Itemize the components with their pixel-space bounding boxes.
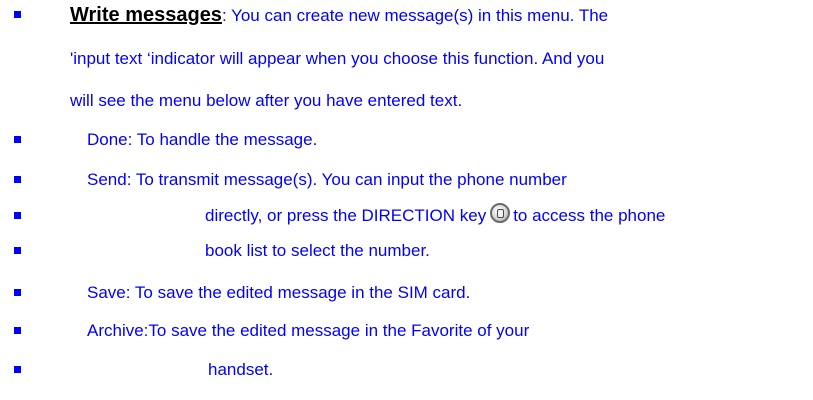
intro-sentence-3: will see the menu below after you have e…	[70, 91, 463, 110]
send-text-1: Send: To transmit message(s). You can in…	[87, 170, 567, 189]
done-text: Done: To handle the message.	[87, 130, 318, 149]
bullet-icon	[14, 366, 21, 373]
bullet-icon	[14, 136, 21, 143]
send-text-2b: to access the phone	[513, 206, 666, 225]
bullet-icon	[14, 176, 21, 183]
direction-key-icon	[490, 203, 511, 223]
send-text-2: directly, or press the DIRECTION key to a…	[205, 203, 665, 229]
bullet-icon	[14, 212, 21, 219]
bullet-icon	[14, 11, 21, 18]
bullet-icon	[14, 327, 21, 334]
direction-key-center	[497, 209, 505, 218]
section-heading: Write messages	[70, 4, 222, 26]
bullet-icon	[14, 289, 21, 296]
bullet-icon	[14, 247, 21, 254]
send-text-2a: directly, or press the DIRECTION key	[205, 206, 487, 225]
send-text-3: book list to select the number.	[205, 241, 430, 260]
intro-text-1: Write messages: You can create new messa…	[70, 2, 608, 29]
intro-sentence-2: 'input text ‘indicator will appear when …	[70, 49, 605, 68]
intro-sentence-1: : You can create new message(s) in this …	[221, 6, 609, 25]
archive-text-1: Archive:To save the edited message in th…	[87, 321, 530, 340]
save-text: Save: To save the edited message in the …	[87, 283, 471, 302]
archive-text-2: handset.	[208, 360, 274, 379]
